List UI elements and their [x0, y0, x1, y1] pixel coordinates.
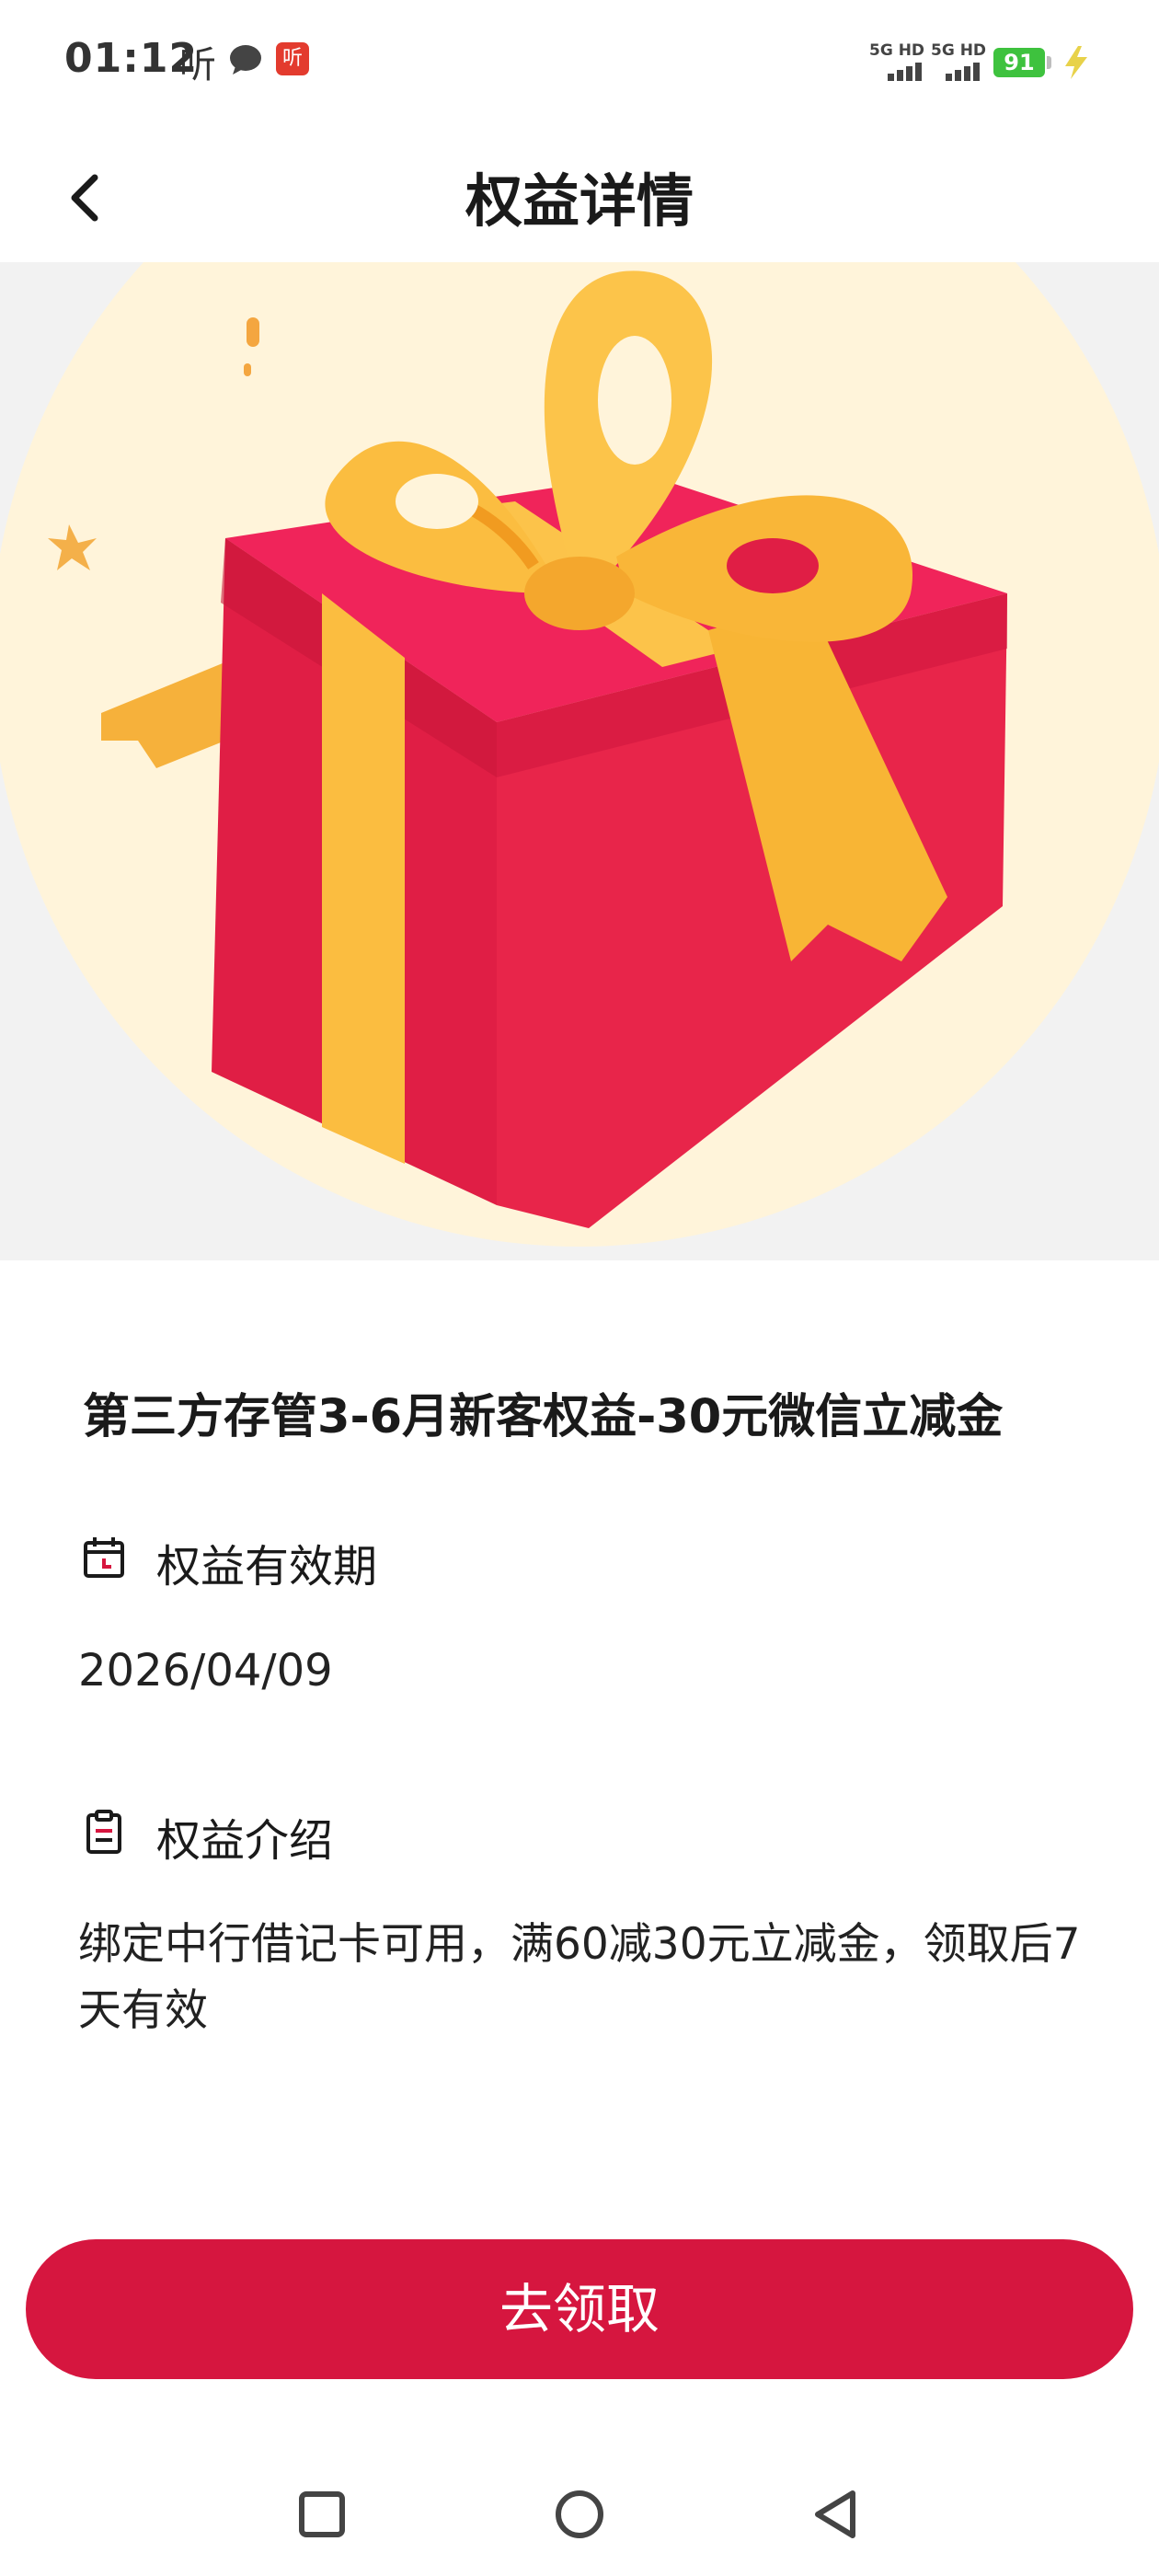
- circle-icon[interactable]: [547, 2482, 612, 2547]
- square-icon[interactable]: [290, 2482, 354, 2547]
- battery-tip: [1047, 56, 1051, 69]
- clipboard-icon: [86, 1810, 121, 1854]
- status-time: 01:12: [64, 35, 199, 82]
- calendar-icon: [84, 1537, 124, 1578]
- message-bubble-icon: [230, 45, 261, 75]
- ting-app-icon: 听: [179, 44, 216, 86]
- network-label-1: 5G HD: [869, 41, 925, 60]
- status-bar: 01:12 听 听 5G HD 5G HD 91: [0, 0, 1159, 129]
- claim-button[interactable]: 去领取: [26, 2239, 1133, 2379]
- gift-box-illustration: [0, 262, 1159, 1247]
- charging-bolt-icon: [1065, 46, 1087, 79]
- network-label-2: 5G HD: [931, 41, 987, 60]
- triangle-back-icon[interactable]: [805, 2482, 869, 2547]
- header: 权益详情: [0, 129, 1159, 262]
- validity-label: 权益有效期: [156, 1541, 378, 1593]
- signal-icon-2: [946, 61, 982, 81]
- intro-label: 权益介绍: [156, 1815, 334, 1867]
- system-nav-bar: [0, 2447, 1159, 2576]
- benefit-card: 第三方存管3-6月新客权益-30元微信立减金 权益有效期 2026/04/09 …: [26, 1286, 1133, 2155]
- battery-level: 91: [993, 48, 1045, 77]
- gift-hero-image: [0, 262, 1159, 1260]
- signal-icon-1: [888, 61, 924, 81]
- intro-text: 绑定中行借记卡可用，满60减30元立减金，领取后7天有效: [78, 1919, 1081, 2036]
- page-title: 权益详情: [465, 167, 694, 235]
- app-notification-icon: 听: [276, 42, 309, 75]
- validity-date: 2026/04/09: [78, 1645, 333, 1696]
- benefit-title: 第三方存管3-6月新客权益-30元微信立减金: [83, 1390, 1004, 1444]
